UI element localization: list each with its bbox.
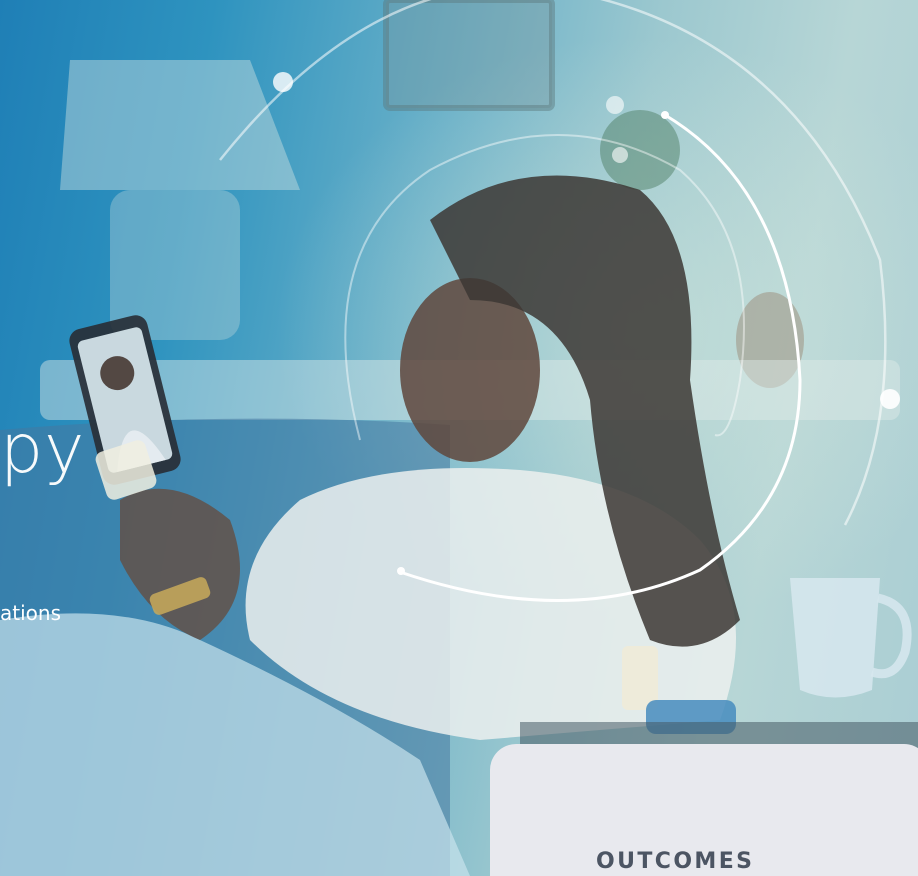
arc-node-dot [397,567,405,575]
hero-subtext-fragment: ations [0,601,61,625]
coffee-mug [790,578,880,698]
arc-node-dot [612,147,628,163]
hero-section: py ations OUTCOMES [0,0,918,876]
arc-node-dot [880,389,900,409]
lamp-shade [60,60,300,190]
outcomes-card[interactable]: OUTCOMES [490,744,918,876]
arc-node-dot [661,111,669,119]
wall-picture-frame [383,0,555,111]
table-pill-bottle [622,646,658,710]
hero-headline-fragment: py [0,410,86,489]
arc-node-dot [606,96,624,114]
outcomes-card-label: OUTCOMES [596,849,755,874]
arc-node-dot [273,72,293,92]
